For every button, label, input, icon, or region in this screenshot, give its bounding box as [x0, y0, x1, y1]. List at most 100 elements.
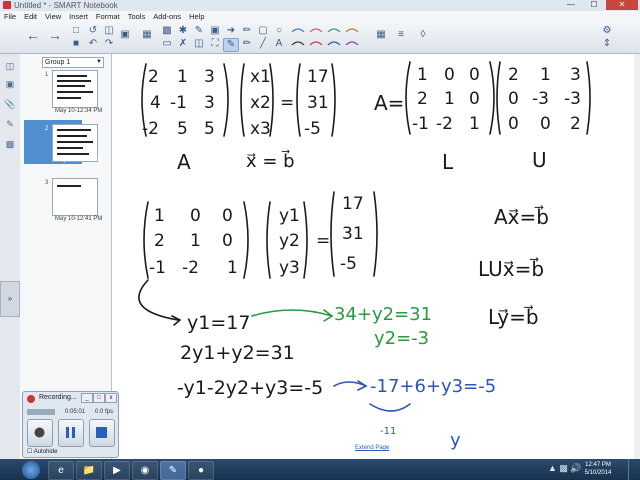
eq-line-3: -y1-2y2+y3=-5 [177, 377, 323, 399]
document-camera-icon[interactable]: ▣ [118, 29, 132, 41]
pen-styles-panel[interactable] [288, 24, 370, 51]
smart-notebook-icon[interactable]: ✎ [160, 461, 186, 480]
delete-page-icon[interactable]: ↺ [86, 25, 100, 37]
back-icon[interactable]: ← [26, 28, 40, 42]
stop-button[interactable] [89, 419, 115, 447]
screen-icon[interactable]: ▣ [208, 25, 222, 37]
copy-icon[interactable]: ◫ [192, 38, 206, 50]
group-select-value: Group 1 [45, 59, 71, 66]
start-button[interactable] [22, 461, 40, 479]
pen-style-purple[interactable] [345, 41, 359, 46]
mat2-cell: -1 [149, 258, 166, 278]
page-thumbnail-1[interactable] [52, 70, 98, 108]
mat-u-cell: 2 [570, 114, 581, 134]
eraser-icon[interactable]: ▢ [256, 25, 270, 37]
forward-icon[interactable]: → [48, 28, 62, 42]
crop-icon[interactable]: ▭ [160, 38, 174, 50]
mat-a-cell: 2 [148, 67, 159, 87]
line-width-icon[interactable]: ≡ [394, 29, 408, 41]
recorder-close-button[interactable]: x [105, 393, 117, 403]
properties-tab-icon[interactable]: ✎ [4, 118, 16, 130]
extend-page-link[interactable]: Extend Page [355, 445, 389, 451]
table-icon[interactable]: ▦ [140, 29, 154, 41]
attachments-tab-icon[interactable]: 📎 [4, 98, 16, 110]
recorder-time: 0:05:01 [65, 409, 86, 415]
eq-lux-b: LUx⃗=b⃗ [478, 256, 544, 281]
pen-style-pink[interactable] [309, 28, 323, 33]
vertical-scrollbar[interactable] [634, 54, 640, 459]
pen-style-navy[interactable] [327, 41, 341, 46]
color-palette-icon[interactable]: ▦ [374, 29, 388, 41]
creative-pen-icon[interactable]: ✏ [240, 25, 254, 37]
undo-icon[interactable]: ↶ [86, 38, 100, 50]
record-button[interactable] [27, 419, 53, 447]
mat-l-cell: -2 [436, 114, 453, 134]
recorder-window[interactable]: Recording... _ □ x 0:05:01 0.0 fps ☐ Aut… [22, 391, 119, 458]
mat-l-cell: 0 [469, 65, 480, 85]
close-button[interactable]: ✕ [606, 0, 638, 10]
transparency-icon[interactable]: ◊ [416, 29, 430, 41]
magic-icon[interactable]: ✱ [176, 25, 190, 37]
sidebar-collapse-handle[interactable]: » [0, 281, 20, 317]
whiteboard-canvas[interactable]: 2 1 3 4 -1 3 -2 5 5 x1 x2 x3 17 31 -5 = … [112, 54, 640, 459]
autohide-checkbox[interactable]: ☐ Autohide [27, 448, 57, 455]
eq-line-1: y1=17 [187, 312, 250, 334]
highlighter-icon[interactable]: ✏ [240, 38, 254, 50]
recorder-icon[interactable]: ● [188, 461, 214, 480]
label-x-eq-b: x⃗ = b⃗ [246, 150, 295, 172]
ie-icon[interactable]: e [48, 461, 74, 480]
tray-icons[interactable]: ▲ ▩ 🔊 [548, 463, 582, 474]
capture-icon[interactable]: ▩ [160, 25, 174, 37]
text-icon[interactable]: A [272, 38, 286, 50]
add-page-icon[interactable]: □ [69, 25, 83, 37]
gallery-tab-icon[interactable]: ▣ [4, 78, 16, 90]
pause-button[interactable] [58, 419, 84, 447]
mat-l-cell: 0 [469, 89, 480, 109]
pen-style-blue[interactable] [291, 28, 305, 33]
pen-icon[interactable]: ✎ [223, 38, 239, 52]
draw-icon[interactable]: ✎ [192, 25, 206, 37]
mat-a-cell: 3 [204, 67, 215, 87]
open-icon[interactable]: ■ [69, 38, 83, 50]
mat-u-cell: 2 [508, 65, 519, 85]
clock-date: 5/10/2014 [584, 470, 612, 476]
settings-icon[interactable]: ⚙ [600, 25, 614, 37]
pen-style-black[interactable] [291, 41, 305, 46]
pen-style-gold[interactable] [345, 28, 359, 33]
recorder-maximize-button[interactable]: □ [93, 393, 105, 403]
pen-style-green[interactable] [327, 28, 341, 33]
pen-style-red[interactable] [309, 41, 323, 46]
toolbar-expand-icon[interactable]: ⇕ [600, 38, 614, 50]
recorder-minimize-button[interactable]: _ [81, 393, 93, 403]
svg-text:=: = [280, 93, 294, 113]
line-icon[interactable]: ╱ [256, 38, 270, 50]
ink-layer: 2 1 3 4 -1 3 -2 5 5 x1 x2 x3 17 31 -5 = … [138, 61, 591, 451]
redo-icon[interactable]: ↷ [102, 38, 116, 50]
mat-l-cell: 0 [444, 65, 455, 85]
group-select[interactable]: Group 1 ▼ [42, 57, 104, 68]
recorder-level-bar [27, 409, 55, 415]
clock[interactable]: 12:47 PM 5/10/2014 [578, 461, 618, 477]
erase-page-icon[interactable]: ✗ [176, 38, 190, 50]
vec-y-cell: y1 [279, 206, 300, 226]
folder-icon[interactable]: 📁 [76, 461, 102, 480]
minimize-button[interactable]: — [560, 0, 582, 10]
chrome-icon[interactable]: ◉ [132, 461, 158, 480]
page-sorter-tab-icon[interactable]: ◫ [4, 60, 16, 72]
fullscreen-icon[interactable]: ⛶ [208, 38, 222, 50]
shapes-icon[interactable]: ○ [272, 25, 286, 37]
addons-tab-icon[interactable]: ▩ [4, 138, 16, 150]
mat2-cell: -2 [182, 258, 199, 278]
mat2-cell: 0 [222, 206, 233, 226]
page-thumbnail-3[interactable] [52, 178, 98, 216]
screen-shade-icon[interactable]: ◫ [102, 25, 116, 37]
media-player-icon[interactable]: ▶ [104, 461, 130, 480]
recorder-framerate: 0.0 fps [95, 409, 114, 415]
maximize-button[interactable]: ☐ [583, 0, 605, 10]
show-desktop-button[interactable] [628, 459, 640, 480]
eq-ly-b: Ly⃗=b⃗ [488, 304, 539, 329]
select-icon[interactable]: ➜ [224, 25, 238, 37]
mat2-cell: 1 [227, 258, 238, 278]
vec-x-cell: x2 [250, 93, 271, 113]
mat-a-cell: -1 [170, 93, 187, 113]
